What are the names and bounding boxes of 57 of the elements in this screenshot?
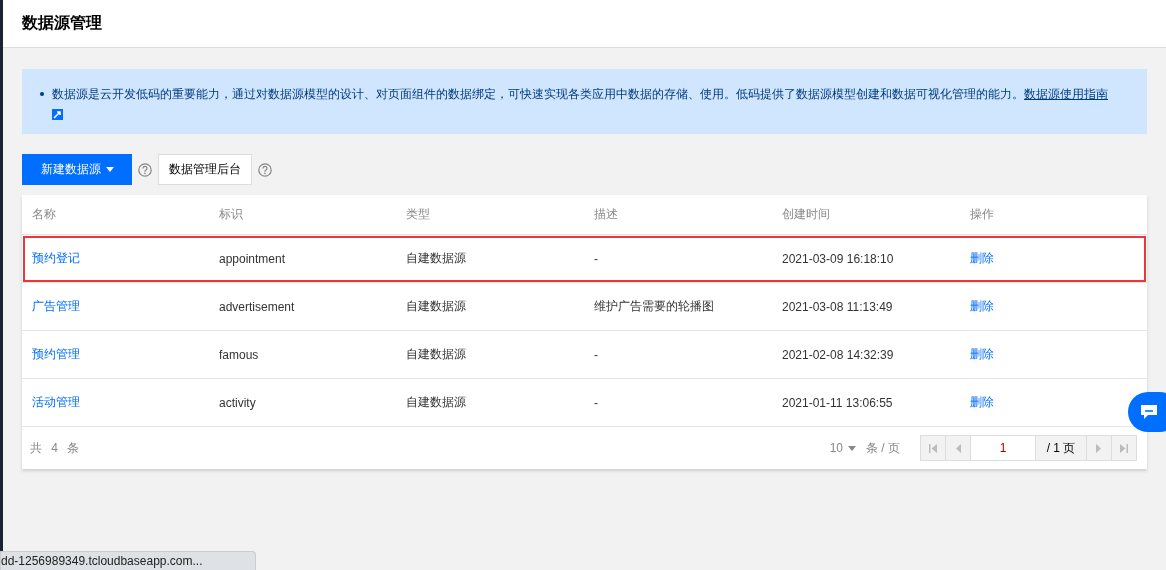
total-count: 共 4 条 <box>30 439 83 457</box>
status-bar: dd-1256989349.tcloudbaseapp.com... <box>0 551 256 570</box>
column-header: 描述 <box>594 206 619 223</box>
page-size-select[interactable]: 10 <box>829 441 856 455</box>
table-cell-text: 自建数据源 <box>406 346 467 363</box>
datasource-name-link[interactable]: 活动管理 <box>32 395 80 409</box>
prev-page-button[interactable] <box>946 435 971 461</box>
table-cell-text: 2021-01-11 13:06:55 <box>782 395 894 410</box>
help-icon <box>138 162 152 177</box>
table-cell-text: appointment <box>219 251 287 266</box>
guide-link[interactable]: 数据源使用指南 <box>1024 87 1108 101</box>
delete-link[interactable]: 删除 <box>970 347 994 361</box>
new-datasource-button[interactable]: 新建数据源 <box>22 154 132 185</box>
table-cell-text: 维护广告需要的轮播图 <box>594 298 715 315</box>
column-header: 创建时间 <box>782 206 831 223</box>
next-page-icon <box>1095 443 1103 453</box>
help-icon <box>258 162 272 177</box>
table-cell-text: 2021-03-09 16:18:10 <box>782 251 895 266</box>
bullet-icon <box>40 92 44 96</box>
table-cell-text: - <box>594 395 599 410</box>
first-page-icon <box>929 443 937 453</box>
column-header: 标识 <box>219 206 244 223</box>
chat-icon <box>1140 404 1158 420</box>
caret-icon <box>848 445 856 451</box>
delete-link[interactable]: 删除 <box>970 395 994 409</box>
page-title: 数据源管理 <box>22 13 102 33</box>
delete-link[interactable]: 删除 <box>970 299 994 313</box>
next-page-button[interactable] <box>1087 435 1112 461</box>
table-cell-text: 自建数据源 <box>406 298 467 315</box>
datasource-name-link[interactable]: 广告管理 <box>32 299 80 313</box>
last-page-icon <box>1120 443 1128 453</box>
page-total: / 1 页 <box>1036 435 1087 461</box>
chat-button[interactable] <box>1128 392 1166 432</box>
column-header: 操作 <box>970 206 995 223</box>
external-link-icon[interactable] <box>52 109 63 120</box>
table-cell-text: - <box>594 251 599 266</box>
table-cell-text: advertisement <box>219 299 296 314</box>
table-cell-text: 自建数据源 <box>406 250 467 267</box>
last-page-button[interactable] <box>1112 435 1137 461</box>
table-cell-text: famous <box>219 347 260 362</box>
prev-page-icon <box>954 443 962 453</box>
first-page-button[interactable] <box>920 435 946 461</box>
page-size-unit: 条 / 页 <box>866 439 900 457</box>
delete-link[interactable]: 删除 <box>970 251 994 265</box>
table-cell-text: - <box>594 347 599 362</box>
column-header: 类型 <box>406 206 431 223</box>
column-header: 名称 <box>32 206 57 223</box>
datasource-name-link[interactable]: 预约登记 <box>32 251 80 265</box>
page-input[interactable]: 1 <box>971 435 1036 461</box>
table-cell-text: 自建数据源 <box>406 394 467 411</box>
table-cell-text: activity <box>219 395 257 410</box>
notice-text: 数据源是云开发低码的重要能力，通过对数据源模型的设计、对页面组件的数据绑定，可快速实现各类应用中数据的存储、使用。低码提供了数据源模型创建和数据可视化管理的能力。 <box>52 87 1024 101</box>
data-admin-button[interactable]: 数据管理后台 <box>158 154 252 185</box>
table-cell-text: 2021-03-08 11:13:49 <box>782 299 894 314</box>
datasource-name-link[interactable]: 预约管理 <box>32 347 80 361</box>
caret-icon <box>105 167 114 172</box>
table-cell-text: 2021-02-08 14:32:39 <box>782 347 895 362</box>
